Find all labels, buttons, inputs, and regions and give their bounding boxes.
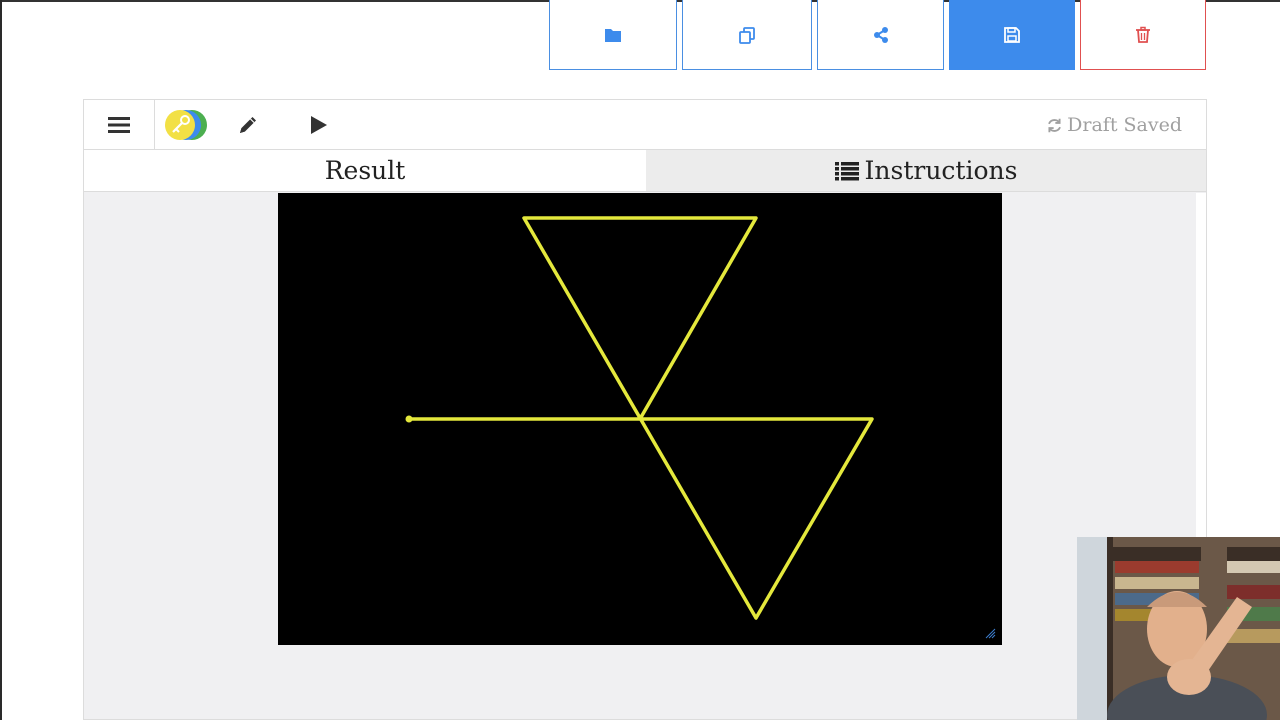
duplicate-button[interactable] (682, 0, 812, 70)
tab-result[interactable]: Result (84, 150, 646, 192)
editor-panel: Draft Saved Result Instructions (83, 99, 1207, 721)
webcam-video-frame (1077, 537, 1280, 720)
open-button[interactable] (549, 0, 677, 70)
save-button[interactable] (949, 0, 1075, 70)
pencil-icon[interactable] (236, 113, 260, 137)
tab-instructions-label: Instructions (864, 156, 1018, 185)
share-button[interactable] (817, 0, 944, 70)
save-icon (1004, 26, 1020, 43)
hamburger-icon (108, 116, 130, 133)
key-icon[interactable] (162, 108, 210, 142)
turtle-drawing (405, 216, 874, 620)
play-icon[interactable] (306, 113, 330, 137)
drawn-path (407, 216, 874, 620)
tab-instructions[interactable]: Instructions (646, 150, 1206, 192)
menu-button[interactable] (84, 100, 155, 149)
trash-icon (1136, 26, 1150, 43)
window-edge (0, 0, 2, 720)
resize-grip-icon[interactable] (984, 627, 996, 639)
copy-icon (739, 26, 755, 44)
tab-result-label: Result (324, 156, 406, 185)
draft-status: Draft Saved (1046, 114, 1182, 136)
share-icon (873, 26, 888, 43)
draft-status-label: Draft Saved (1067, 114, 1182, 136)
turtle-start-dot (405, 415, 413, 423)
toolbar: Draft Saved (84, 100, 1206, 150)
refresh-icon (1048, 118, 1062, 132)
folder-icon (605, 28, 621, 42)
view-tabs: Result Instructions (84, 150, 1206, 192)
delete-button[interactable] (1080, 0, 1206, 70)
result-canvas[interactable] (278, 193, 1002, 645)
webcam-overlay (1077, 537, 1280, 720)
list-icon (834, 161, 859, 180)
